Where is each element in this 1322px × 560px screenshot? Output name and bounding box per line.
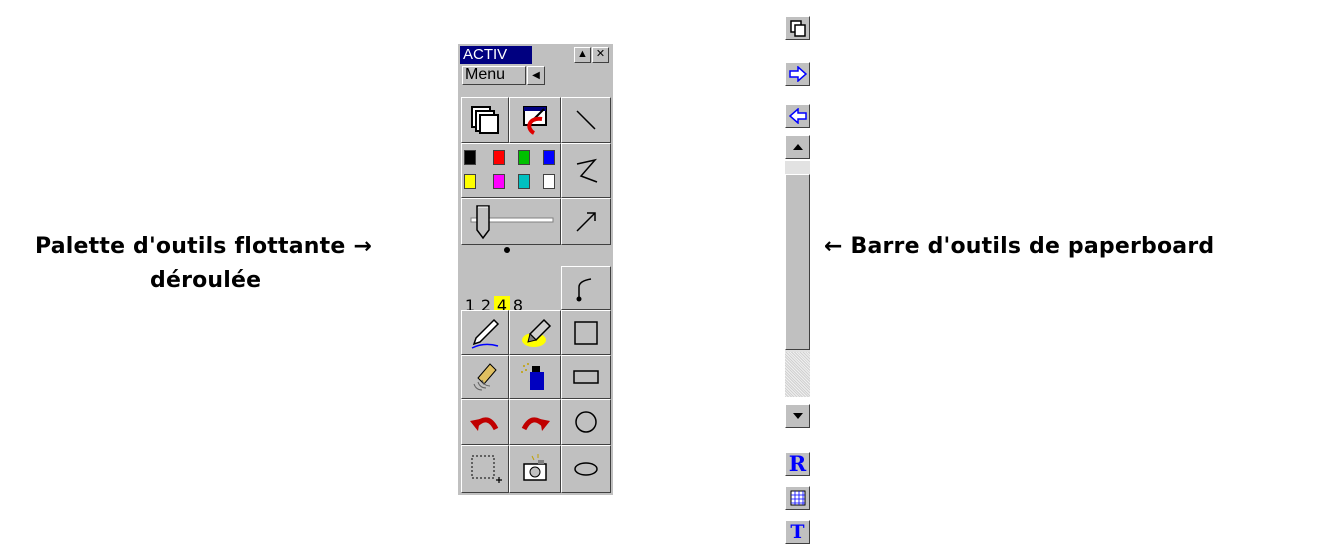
color-swatch[interactable] [464,150,476,165]
color-swatch[interactable] [518,174,530,189]
reveal-button[interactable]: R [785,452,810,476]
palette-title[interactable]: ACTIV [460,46,532,64]
pages-button[interactable] [461,97,509,143]
polygon-icon [576,158,598,183]
connector-icon [576,278,592,302]
eraser-button[interactable] [461,355,509,399]
redo-icon [521,417,550,431]
arrow-icon [576,211,596,232]
ellipse-tool-button[interactable] [561,445,611,493]
floating-tool-palette: ACTIV ▲ ✕ Menu ◀ 1 2 4 8 [458,44,613,495]
undo-icon [470,417,499,431]
spray-icon [521,363,544,390]
eraser-icon [473,363,497,391]
color-swatch[interactable] [518,150,530,165]
connector-tool-button[interactable] [561,266,611,310]
circle-icon [575,411,597,433]
color-swatch[interactable] [464,174,476,189]
pen-button[interactable] [461,310,509,355]
pages-button[interactable] [785,16,810,40]
arrow-tool-button[interactable] [561,198,611,245]
roll-up-button[interactable]: ▲ [574,47,591,63]
paperboard-toolbar: R T [777,0,817,560]
color-swatch[interactable] [543,174,555,189]
menu-button[interactable]: Menu [462,66,526,85]
scroll-thumb[interactable] [785,174,810,350]
next-page-button[interactable] [785,62,810,86]
select-button[interactable] [461,445,509,493]
reveal-icon: R [788,451,807,476]
undo-button[interactable] [461,399,509,445]
circle-tool-button[interactable] [561,399,611,445]
palette-caption: Palette d'outils flottante → [35,234,372,259]
scroll-track-lower[interactable] [785,352,810,397]
color-swatch[interactable] [493,174,505,189]
rectangle-icon [573,370,599,384]
color-swatch[interactable] [543,150,555,165]
close-button[interactable]: ✕ [592,47,609,63]
palette-caption-line2: déroulée [150,268,262,293]
paperboard-caption: ← Barre d'outils de paperboard [824,234,1215,259]
highlighter-button[interactable] [509,310,561,355]
pen-icon [471,318,500,349]
rectangle-tool-button[interactable] [561,355,611,399]
previous-page-button[interactable] [785,104,810,128]
camera-button[interactable] [509,445,561,493]
scroll-down-button[interactable] [785,404,810,428]
grid-button[interactable] [785,486,810,510]
pages-icon [789,20,806,37]
scroll-up-button[interactable] [785,135,810,159]
annotate-desktop-icon [523,106,547,135]
line-tool-button[interactable] [561,97,611,143]
spray-button[interactable] [509,355,561,399]
pages-icon [471,106,499,134]
highlighter-icon [522,318,552,347]
freehand-polygon-button[interactable] [561,143,611,198]
camera-icon [523,454,547,481]
square-tool-button[interactable] [561,310,611,355]
next-page-icon [788,66,807,82]
line-icon [576,110,596,130]
scroll-down-icon [792,413,803,419]
ellipse-icon [574,462,598,476]
color-palette [461,143,561,198]
redo-button[interactable] [509,399,561,445]
slider-icon [470,204,554,239]
thickness-dot [504,247,510,253]
text-icon: T [790,521,805,543]
square-icon [574,320,598,345]
scroll-up-icon [792,144,803,150]
text-button[interactable]: T [785,520,810,544]
selection-icon [471,455,502,483]
color-swatch[interactable] [493,150,505,165]
annotate-desktop-button[interactable] [509,97,561,143]
thickness-slider[interactable] [461,198,561,245]
menu-arrow-icon[interactable]: ◀ [527,66,545,85]
grid-icon [790,490,805,506]
previous-page-icon [788,108,807,124]
